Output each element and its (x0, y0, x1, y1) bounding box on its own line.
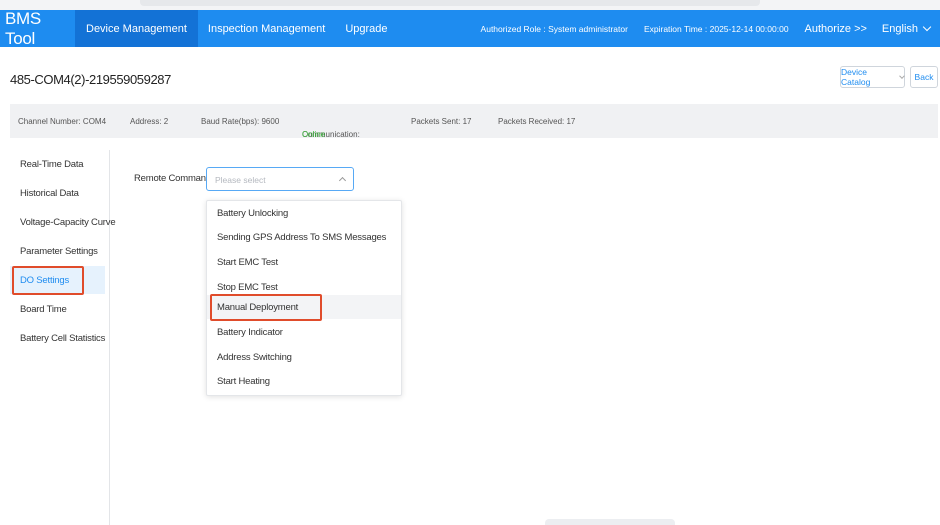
sidebar-item-real-time-data[interactable]: Real-Time Data (10, 150, 105, 178)
sidebar-item-battery-cell-statistics[interactable]: Battery Cell Statistics (10, 324, 105, 352)
sidebar-item-parameter-settings[interactable]: Parameter Settings (10, 237, 105, 265)
chevron-up-icon (338, 176, 347, 185)
nav-inspection-management[interactable]: Inspection Management (198, 10, 335, 47)
chevron-down-icon (899, 73, 905, 79)
nav-upgrade[interactable]: Upgrade (335, 10, 397, 47)
language-select[interactable]: English (881, 22, 932, 35)
option-address-switching[interactable]: Address Switching (207, 345, 401, 369)
channel-number: Channel Number: COM4 (18, 117, 107, 126)
app-header: BMS Tool Device Management Inspection Ma… (0, 8, 940, 48)
app-logo: BMS Tool (5, 8, 41, 48)
highlight-manual-deployment (210, 294, 322, 321)
device-catalog-label: Device Catalog (841, 67, 871, 87)
packets-received: Packets Received: 17 (498, 117, 576, 126)
option-start-emc-test[interactable]: Start EMC Test (207, 250, 401, 274)
select-placeholder: Please select (215, 175, 266, 185)
browser-address-bar (140, 0, 760, 6)
address: Address: 2 (130, 117, 169, 126)
expiration-time: Expiration Time : 2025-12-14 00:00:00 (643, 23, 789, 34)
baud-rate: Baud Rate(bps): 9600 (201, 117, 280, 126)
sidebar-item-board-time[interactable]: Board Time (10, 295, 105, 323)
bottom-tooltip-edge (545, 519, 675, 525)
device-title: 485-COM4(2)-219559059287 (10, 72, 171, 87)
chevron-down-icon (922, 22, 932, 32)
sidebar-item-historical-data[interactable]: Historical Data (10, 179, 105, 207)
language-label: English (881, 22, 918, 35)
option-start-heating[interactable]: Start Heating (207, 369, 401, 393)
nav-device-management[interactable]: Device Management (75, 10, 198, 47)
sidebar-item-voltage-capacity-curve[interactable]: Voltage-Capacity Curve (10, 208, 116, 236)
browser-top-strip (0, 0, 940, 10)
authorize-link[interactable]: Authorize >> (805, 23, 867, 35)
back-button[interactable]: Back (910, 66, 938, 88)
packets-sent: Packets Sent: 17 (411, 117, 472, 126)
remote-commands-label: Remote Commands (134, 173, 216, 184)
status-badge: Online (302, 130, 326, 139)
device-info-bar: Channel Number: COM4 Address: 2 Baud Rat… (10, 104, 938, 139)
option-battery-indicator[interactable]: Battery Indicator (207, 320, 401, 344)
option-sending-gps-address[interactable]: Sending GPS Address To SMS Messages (207, 226, 401, 250)
remote-commands-select[interactable]: Please select (206, 167, 354, 191)
authorized-role: Authorized Role : System administrator (480, 23, 628, 34)
device-catalog-button[interactable]: Device Catalog (840, 66, 905, 88)
header-right: Authorized Role : System administrator E… (481, 10, 940, 47)
highlight-do-settings (12, 266, 84, 295)
option-battery-unlocking[interactable]: Battery Unlocking (207, 201, 401, 225)
